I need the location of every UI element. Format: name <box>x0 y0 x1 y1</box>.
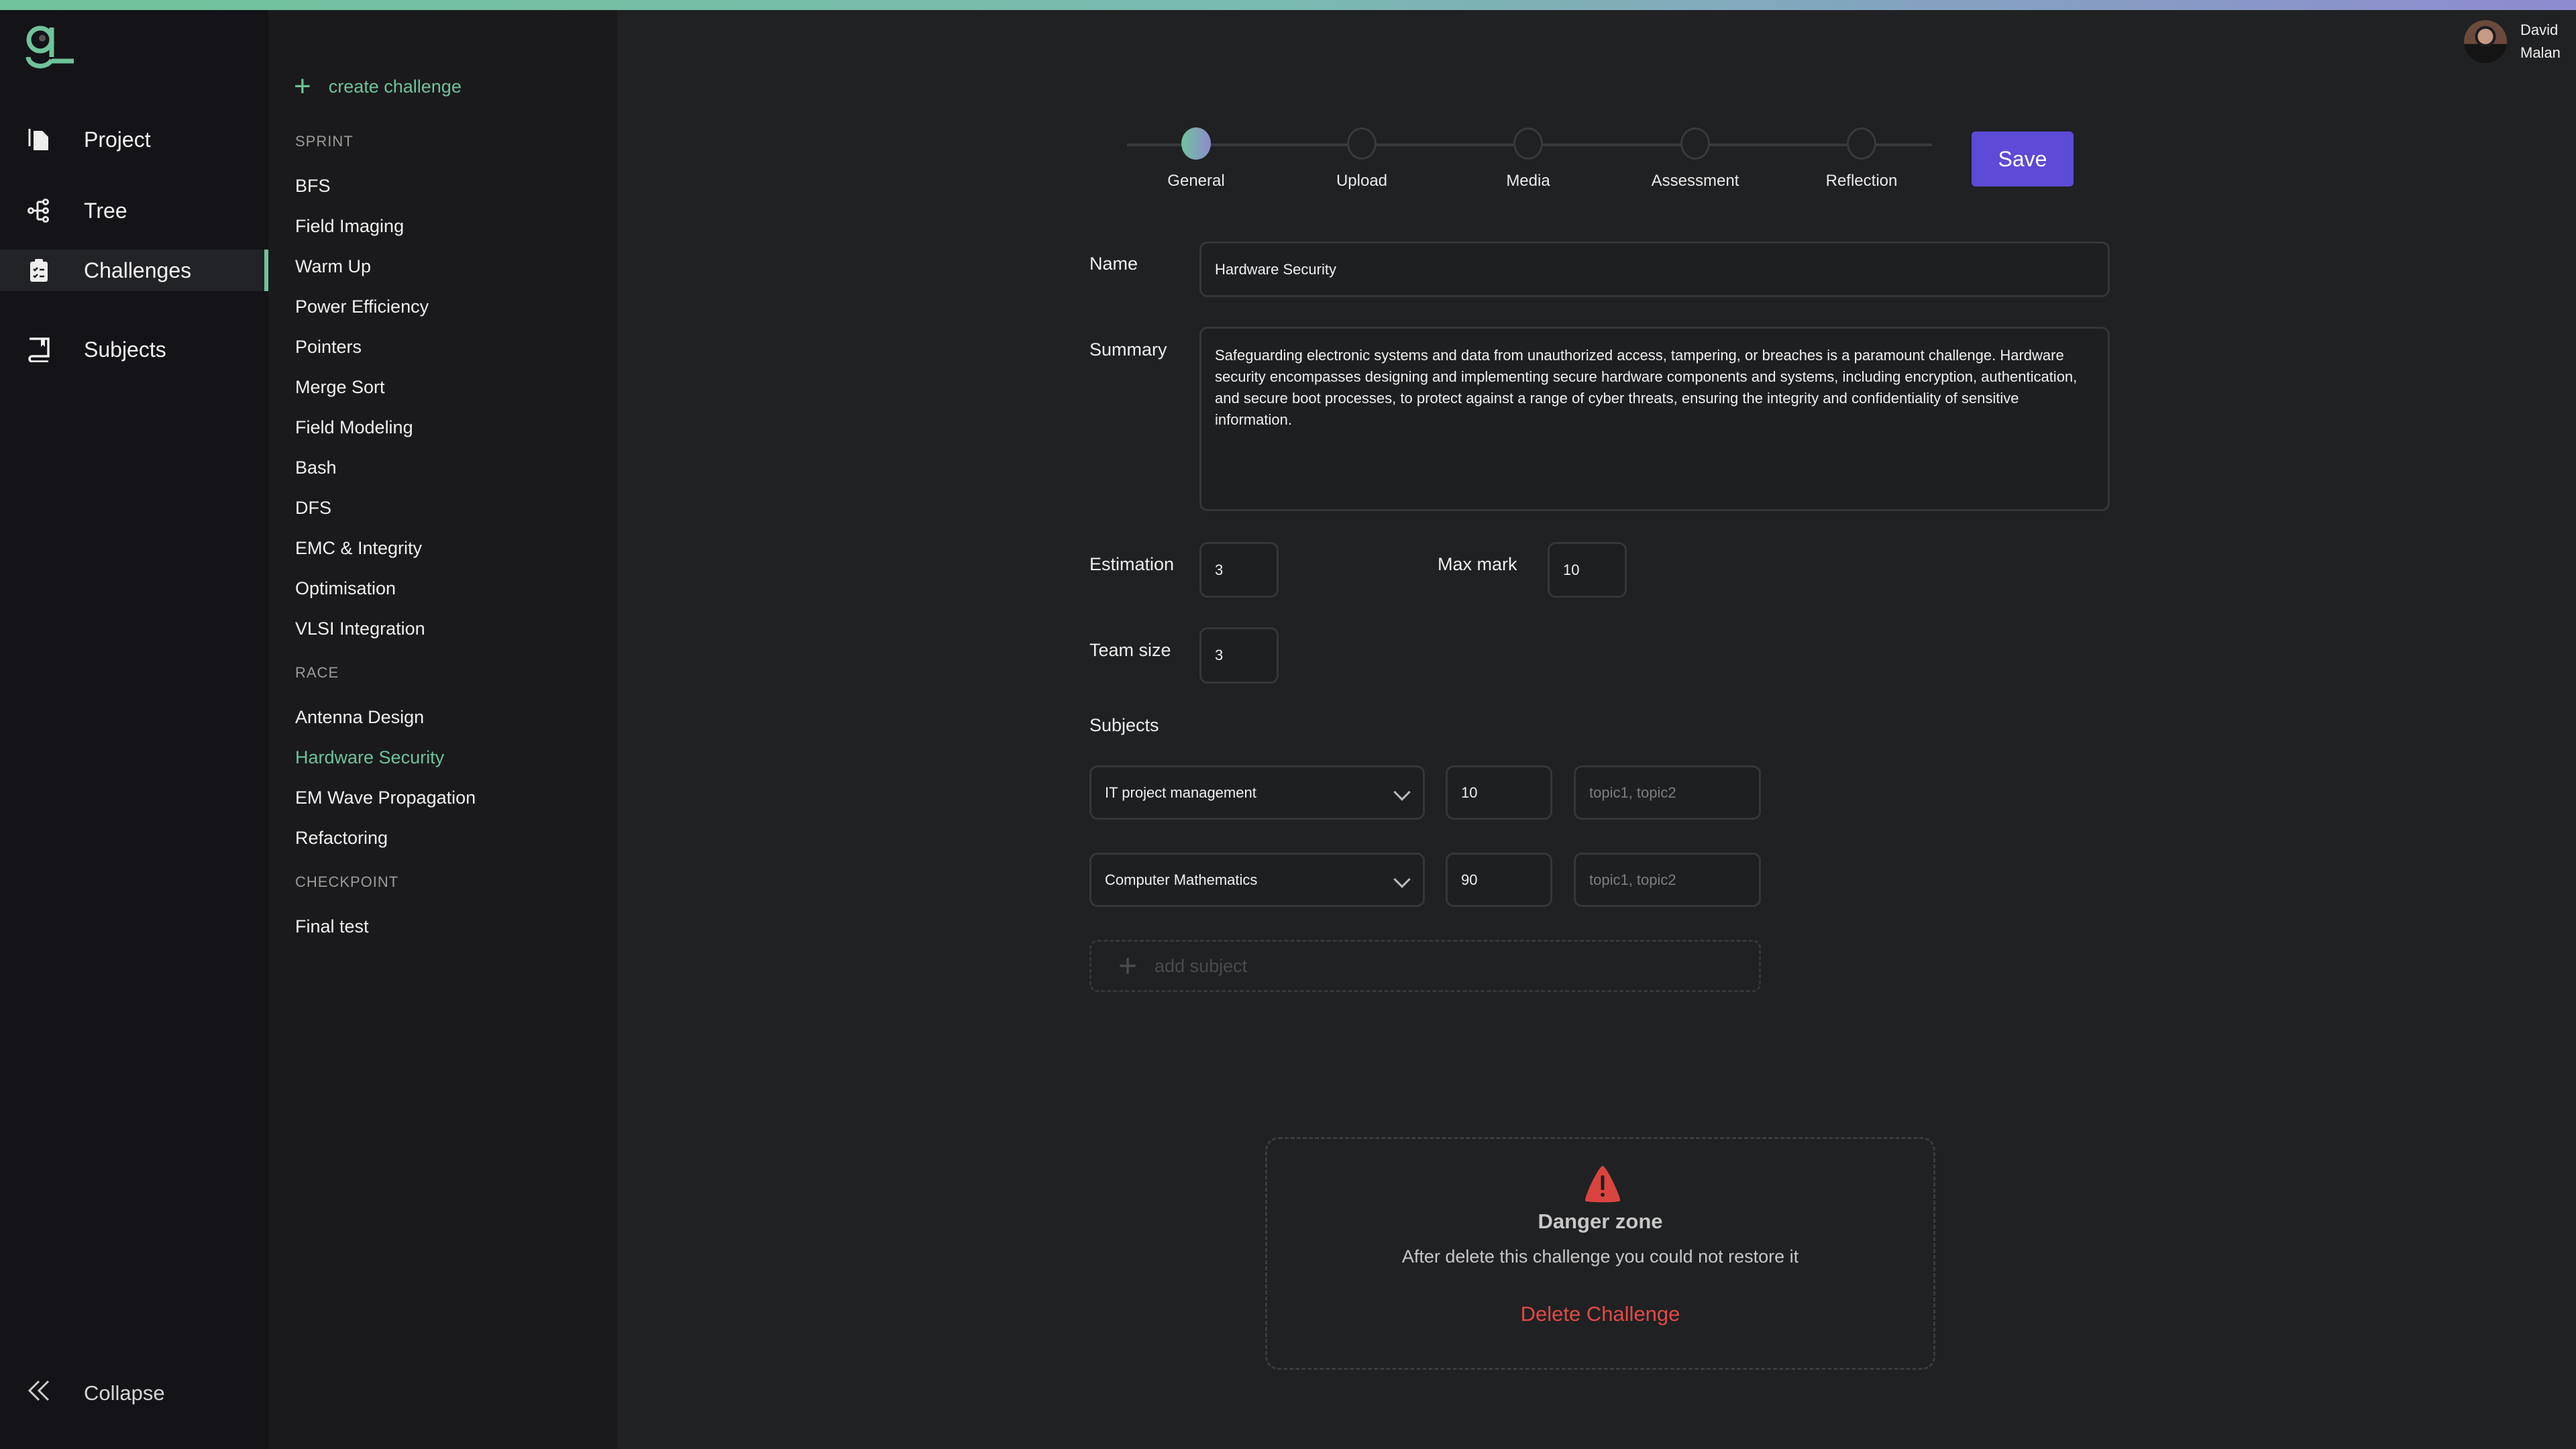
delete-challenge-button[interactable]: Delete Challenge <box>1267 1302 1933 1326</box>
estimation-label: Estimation <box>1089 554 1175 574</box>
step-label: Reflection <box>1825 172 1898 190</box>
step-indicator <box>1181 127 1211 160</box>
plus-icon: + <box>294 70 311 103</box>
nav-project[interactable]: Project <box>0 119 268 160</box>
top-gradient-bar <box>0 0 2576 10</box>
plus-icon: + <box>1118 948 1138 984</box>
double-chevron-left-icon <box>25 1379 52 1408</box>
collapse-label: Collapse <box>84 1381 165 1405</box>
challenge-item[interactable]: Hardware Security <box>295 737 604 777</box>
name-input[interactable]: Hardware Security <box>1199 241 2110 297</box>
subject-weight-input[interactable]: 10 <box>1446 765 1552 820</box>
step-reflection[interactable]: Reflection <box>1794 127 1929 191</box>
name-label: Name <box>1089 254 1138 274</box>
challenge-item[interactable]: Merge Sort <box>295 367 604 407</box>
section-label: RACE <box>295 664 339 681</box>
logo-icon <box>25 25 74 68</box>
file-copy-icon <box>27 127 51 152</box>
subject-weight-input[interactable]: 90 <box>1446 853 1552 907</box>
challenge-item[interactable]: Antenna Design <box>295 697 604 737</box>
save-button[interactable]: Save <box>1972 131 2074 186</box>
challenge-item[interactable]: Pointers <box>295 327 604 367</box>
estimation-input[interactable]: 3 <box>1199 542 1279 598</box>
nav-tree[interactable]: Tree <box>0 190 268 231</box>
add-subject-label: add subject <box>1155 955 1248 976</box>
subjects-label: Subjects <box>1089 715 1159 735</box>
step-upload[interactable]: Upload <box>1295 127 1429 191</box>
subject-topics-input[interactable]: topic1, topic2 <box>1574 853 1761 907</box>
team-size-label: Team size <box>1089 640 1171 660</box>
chevron-down-icon <box>1393 784 1411 801</box>
step-media[interactable]: Media <box>1461 127 1595 191</box>
danger-zone: Danger zone After delete this challenge … <box>1265 1137 1935 1370</box>
subject-select[interactable]: Computer Mathematics <box>1089 853 1425 907</box>
create-challenge-button[interactable]: + create challenge <box>294 72 462 101</box>
user-menu[interactable]: David Malan <box>2464 19 2561 64</box>
step-indicator <box>1513 127 1543 160</box>
nav-label: Challenges <box>84 258 192 282</box>
max-mark-label: Max mark <box>1438 554 1517 574</box>
challenge-item[interactable]: Field Imaging <box>295 206 604 246</box>
nav-challenges[interactable]: Challenges <box>0 250 268 291</box>
challenge-item[interactable]: Warm Up <box>295 246 604 286</box>
stepper: General Upload Media Assessment Reflection <box>1127 127 1932 195</box>
section-label: CHECKPOINT <box>295 873 399 890</box>
danger-zone-description: After delete this challenge you could no… <box>1401 1246 1799 1267</box>
challenge-item[interactable]: Refactoring <box>295 818 604 858</box>
challenge-item[interactable]: BFS <box>295 166 604 206</box>
max-mark-input[interactable]: 10 <box>1548 542 1627 598</box>
challenge-item[interactable]: Final test <box>295 906 604 947</box>
step-indicator <box>1680 127 1710 160</box>
challenge-item[interactable]: Power Efficiency <box>295 286 604 327</box>
step-label: Media <box>1506 172 1550 190</box>
step-indicator <box>1347 127 1377 160</box>
sidebar: Project Tree Challenges Subjects Collaps… <box>0 10 268 1449</box>
subject-select-value: Computer Mathematics <box>1105 871 1258 888</box>
nav-subjects[interactable]: Subjects <box>0 329 268 370</box>
challenge-list-panel: + create challenge SPRINT BFS Field Imagin… <box>268 10 617 1449</box>
challenge-list: SPRINT BFS Field Imaging Warm Up Power Effic… <box>295 117 604 947</box>
add-subject-button[interactable]: + add subject <box>1089 940 1761 992</box>
subject-select-value: IT project management <box>1105 784 1256 801</box>
section-label: SPRINT <box>295 133 354 150</box>
subject-select[interactable]: IT project management <box>1089 765 1425 820</box>
challenge-item[interactable]: EM Wave Propagation <box>295 777 604 818</box>
user-last-name: Malan <box>2520 44 2561 61</box>
challenge-item[interactable]: DFS <box>295 488 604 528</box>
summary-textarea[interactable]: Safeguarding electronic systems and data… <box>1199 327 2110 511</box>
collapse-button[interactable]: Collapse <box>0 1372 268 1415</box>
nav-label: Tree <box>84 198 127 223</box>
challenge-item[interactable]: Optimisation <box>295 568 604 608</box>
challenge-item[interactable]: Bash <box>295 447 604 488</box>
challenge-item[interactable]: VLSI Integration <box>295 608 604 649</box>
warning-icon <box>1585 1166 1621 1203</box>
step-label: General <box>1167 172 1225 190</box>
avatar <box>2464 20 2507 63</box>
summary-label: Summary <box>1089 339 1167 360</box>
danger-zone-title: Danger zone <box>1538 1210 1663 1233</box>
user-first-name: David <box>2520 21 2559 38</box>
subject-topics-input[interactable]: topic1, topic2 <box>1574 765 1761 820</box>
tree-icon <box>27 199 51 223</box>
challenge-item[interactable]: Field Modeling <box>295 407 604 447</box>
step-indicator <box>1847 127 1876 160</box>
book-icon <box>27 337 51 362</box>
clipboard-check-icon <box>27 258 51 282</box>
nav-label: Subjects <box>84 337 166 362</box>
challenge-item[interactable]: EMC & Integrity <box>295 528 604 568</box>
step-assessment[interactable]: Assessment <box>1628 127 1762 191</box>
nav-label: Project <box>84 127 151 152</box>
step-label: Assessment <box>1651 172 1739 190</box>
step-general[interactable]: General <box>1129 127 1263 191</box>
team-size-input[interactable]: 3 <box>1199 627 1279 684</box>
chevron-down-icon <box>1393 871 1411 888</box>
create-challenge-label: create challenge <box>328 76 462 97</box>
step-label: Upload <box>1336 172 1388 190</box>
